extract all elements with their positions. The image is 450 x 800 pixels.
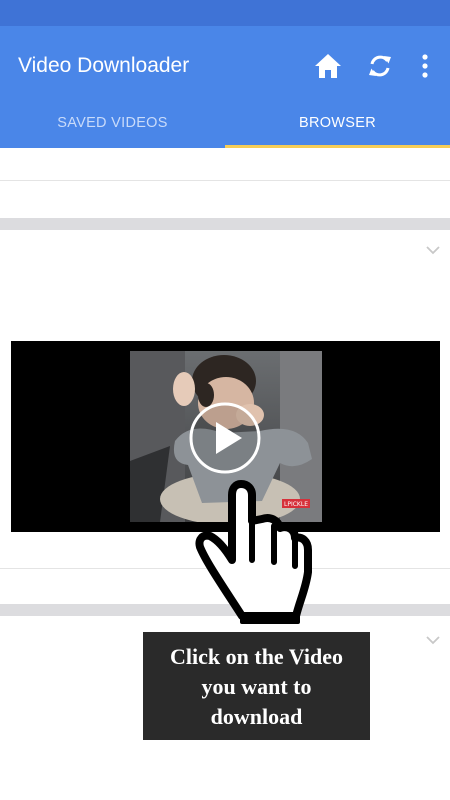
chevron-down-icon[interactable]	[426, 635, 440, 645]
play-icon[interactable]	[189, 402, 261, 474]
tab-saved-videos[interactable]: SAVED VIDEOS	[0, 110, 225, 148]
app-title: Video Downloader	[18, 54, 190, 77]
section-gap	[0, 218, 450, 230]
instruction-callout: Click on the Video you want to download	[143, 632, 370, 740]
home-icon[interactable]	[314, 53, 342, 79]
pointing-hand-icon	[195, 480, 312, 624]
status-bar	[0, 0, 450, 26]
tab-indicator	[225, 145, 450, 148]
sync-icon[interactable]	[367, 53, 393, 79]
divider	[0, 180, 450, 181]
more-vert-icon[interactable]	[417, 53, 433, 79]
tab-browser[interactable]: BROWSER	[225, 110, 450, 148]
app-bar: Video Downloader SAVED VIDEOS BROWSER	[0, 26, 450, 148]
callout-line: Click on the Video	[170, 644, 343, 669]
callout-line: you want to	[201, 674, 312, 699]
chevron-down-icon[interactable]	[426, 245, 440, 255]
callout-line: download	[210, 704, 303, 729]
